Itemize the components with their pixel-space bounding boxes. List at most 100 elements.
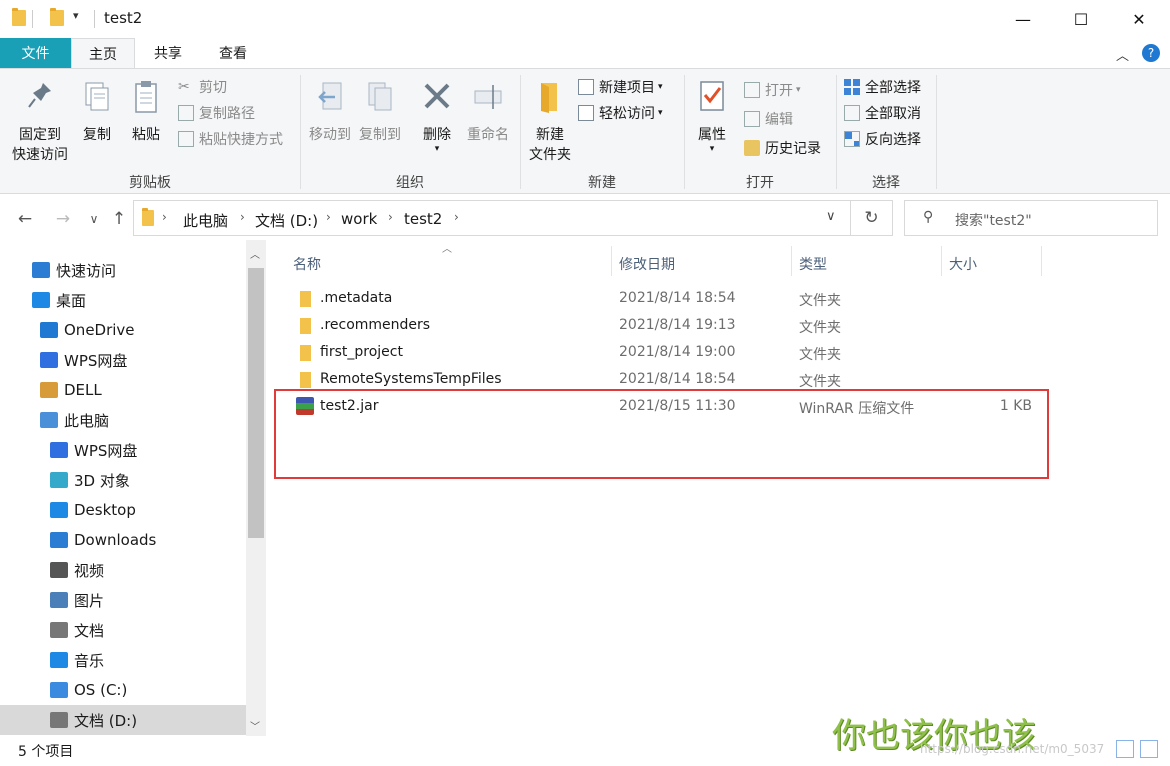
file-row[interactable]: .metadata 2021/8/14 18:54 文件夹 [276,286,1170,313]
music-icon [50,652,68,668]
file-name: .metadata [320,290,393,306]
history-button[interactable]: 历史记录 [744,136,821,160]
tab-file[interactable]: 文件 [0,38,71,68]
refresh-button[interactable]: ↻ [851,200,893,236]
nav-item[interactable]: 快速访问 [0,255,246,285]
nav-item[interactable]: WPS网盘 [0,345,246,375]
search-input[interactable]: ⚲ 搜索"test2" [904,200,1158,236]
up-arrow-icon[interactable]: ↑ [108,204,130,234]
breadcrumb-separator-icon[interactable]: › [388,210,393,224]
column-divider[interactable] [941,246,942,276]
column-divider[interactable] [1041,246,1042,276]
breadcrumb-this-pc[interactable]: 此电脑 [183,210,228,231]
tab-home[interactable]: 主页 [71,38,135,69]
file-date: 2021/8/14 18:54 [619,290,736,306]
file-name: RemoteSystemsTempFiles [320,371,502,387]
paste-shortcut-button[interactable]: 粘贴快捷方式 [178,127,283,151]
column-header-size[interactable]: 大小 [949,254,977,274]
address-history-chevron-icon[interactable]: ∨ [826,209,836,224]
invert-selection-icon [844,131,860,147]
breadcrumb-separator-icon[interactable]: › [326,210,331,224]
download-icon [50,532,68,548]
cut-button[interactable]: ✂ 剪切 [178,75,227,99]
open-button[interactable]: 打开 ▾ [744,78,801,102]
folder-icon [12,8,26,26]
nav-item[interactable]: 图片 [0,585,246,615]
large-icons-view-icon[interactable] [1140,740,1158,758]
nav-item[interactable]: Downloads [0,525,246,555]
nav-item[interactable]: DELL [0,375,246,405]
forward-arrow-icon[interactable]: → [50,204,76,234]
rename-button[interactable]: 重命名 [462,79,514,145]
nav-item[interactable]: OneDrive [0,315,246,345]
edit-button[interactable]: 编辑 [744,107,793,131]
breadcrumb-work[interactable]: work [341,210,377,228]
column-header-type[interactable]: 类型 [799,254,827,274]
new-item-button[interactable]: 新建项目 ▾ [578,75,663,99]
file-row[interactable]: first_project 2021/8/14 19:00 文件夹 [276,340,1170,367]
close-button[interactable]: ✕ [1110,0,1168,38]
file-date: 2021/8/14 19:13 [619,317,736,333]
pin-to-quick-access-button[interactable]: 固定到 快速访问 [6,79,74,165]
title-bar: ▾ test2 — ☐ ✕ [0,0,1170,38]
collapse-ribbon-chevron-icon[interactable]: ︿ [1116,45,1132,64]
select-all-button[interactable]: 全部选择 [844,75,921,99]
nav-item[interactable]: WPS网盘 [0,435,246,465]
address-bar[interactable]: › 此电脑 › 文档 (D:) › work › test2 › ∨ [133,200,851,236]
help-icon[interactable]: ? [1142,44,1160,62]
maximize-button[interactable]: ☐ [1052,0,1110,38]
nav-item[interactable]: 桌面 [0,285,246,315]
select-none-button[interactable]: 全部取消 [844,101,921,125]
nav-item[interactable]: 文档 [0,615,246,645]
details-view-icon[interactable] [1116,740,1134,758]
nav-scrollbar-thumb[interactable] [248,268,264,538]
back-arrow-icon[interactable]: ← [12,204,38,234]
nav-item[interactable]: 音乐 [0,645,246,675]
quick-access-folder-icon[interactable] [50,8,64,26]
delete-label: 删除 [423,127,451,143]
chevron-down-icon: ▾ [658,108,663,118]
copy-to-button[interactable]: 复制到 [356,79,404,145]
pin-icon [28,83,51,108]
minimize-button[interactable]: — [994,0,1052,38]
nav-item[interactable]: 视频 [0,555,246,585]
copy-button[interactable]: 复制 [76,79,118,145]
customize-toolbar-chevron-icon[interactable]: ▾ [73,9,79,22]
breadcrumb-separator-icon[interactable]: › [454,210,459,224]
breadcrumb-separator-icon: › [162,210,167,224]
paste-button[interactable]: 粘贴 [124,79,168,145]
column-header-date[interactable]: 修改日期 [619,254,675,274]
desktop-icon [50,502,68,518]
nav-item[interactable]: OS (C:) [0,675,246,705]
move-to-button[interactable]: 移动到 [306,79,354,145]
cloud-icon [50,442,68,458]
select-all-icon [844,79,860,95]
tab-share[interactable]: 共享 [140,38,196,68]
new-folder-button[interactable]: 新建 文件夹 [524,79,576,165]
tab-view[interactable]: 查看 [205,38,261,68]
breadcrumb-separator-icon[interactable]: › [240,210,245,224]
nav-item[interactable]: 3D 对象 [0,465,246,495]
properties-button[interactable]: 属性 ▾ [690,79,734,154]
breadcrumb-drive-d[interactable]: 文档 (D:) [255,210,318,231]
nav-item[interactable]: 此电脑 [0,405,246,435]
paste-shortcut-label: 粘贴快捷方式 [199,132,283,148]
search-icon: ⚲ [923,209,934,225]
sort-ascending-chevron-icon: ︿ [442,244,452,255]
scroll-up-chevron-icon[interactable]: ︿ [250,246,260,261]
copy-path-button[interactable]: 复制路径 [178,101,255,125]
column-header-name[interactable]: 名称 [293,254,321,274]
column-divider[interactable] [791,246,792,276]
window-title: test2 [104,9,143,27]
column-divider[interactable] [611,246,612,276]
file-row[interactable]: .recommenders 2021/8/14 19:13 文件夹 [276,313,1170,340]
delete-button[interactable]: 删除 ▾ [416,79,458,154]
invert-selection-button[interactable]: 反向选择 [844,127,921,151]
recent-locations-chevron-icon[interactable]: ∨ [84,204,104,234]
scroll-down-chevron-icon[interactable]: ﹀ [250,718,260,733]
nav-item[interactable]: Desktop [0,495,246,525]
easy-access-button[interactable]: 轻松访问 ▾ [578,101,663,125]
breadcrumb-test2[interactable]: test2 [404,210,442,228]
film-icon [50,562,68,578]
nav-item[interactable]: 文档 (D:) [0,705,246,735]
